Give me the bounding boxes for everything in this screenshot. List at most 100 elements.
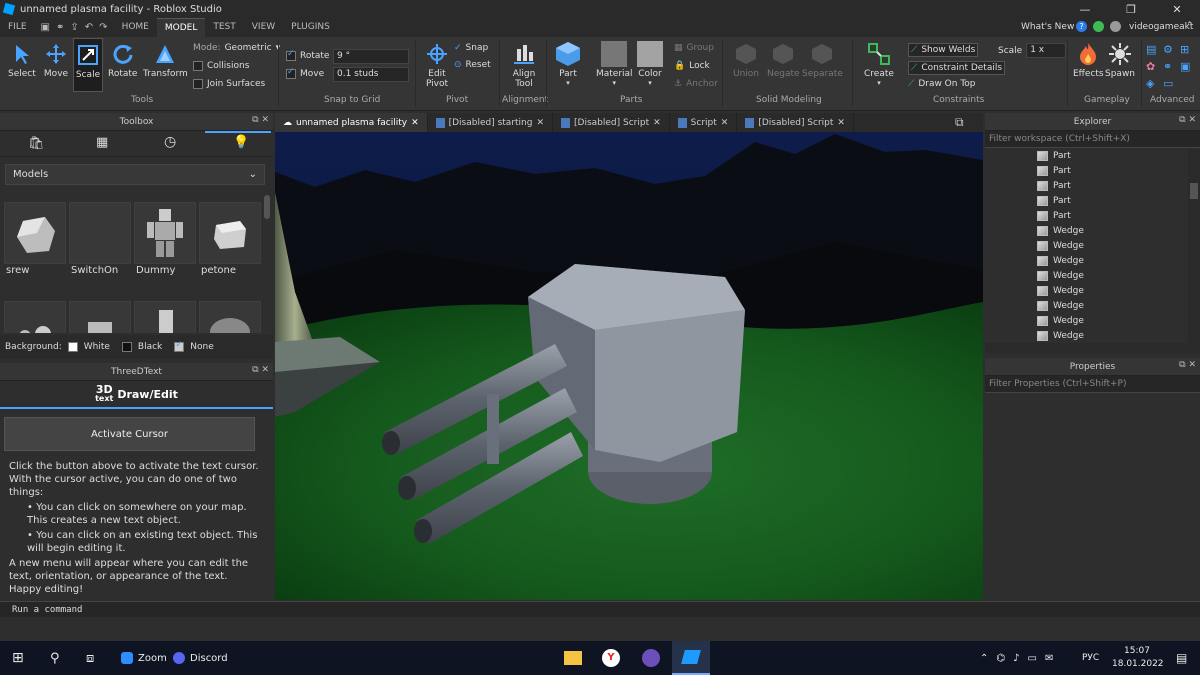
menu-home[interactable]: HOME [114, 18, 157, 37]
model-thumbnail[interactable] [199, 301, 261, 333]
bg-none-swatch[interactable] [174, 340, 185, 352]
app-icon[interactable] [642, 641, 660, 675]
username[interactable]: videogameakt [1129, 22, 1193, 32]
float-icon[interactable]: ⧉ [252, 365, 258, 375]
help-icon[interactable]: ? [1076, 21, 1087, 32]
tree-item[interactable]: Part [1037, 211, 1071, 221]
tree-item[interactable]: Wedge [1037, 256, 1084, 266]
explorer-v-scrollbar[interactable] [1188, 149, 1200, 343]
folder-icon[interactable]: ▭ [1163, 77, 1177, 91]
activate-cursor-button[interactable]: Activate Cursor [4, 417, 255, 451]
close-icon[interactable]: ✕ [721, 118, 729, 128]
move-snap-checkbox[interactable] [286, 67, 296, 79]
rotate-button[interactable]: Rotate [108, 41, 137, 79]
model-thumbnail[interactable] [134, 301, 196, 333]
taskbar-discord[interactable]: Discord [173, 641, 228, 675]
tree-item[interactable]: Wedge [1037, 331, 1084, 341]
rotate-snap-checkbox[interactable] [286, 49, 296, 61]
script-icon[interactable]: ▤ [1146, 43, 1160, 57]
float-icon[interactable]: ⧉ [1179, 360, 1185, 370]
close-icon[interactable]: ✕ [411, 118, 419, 128]
menu-plugins[interactable]: PLUGINS [283, 18, 338, 37]
align-tool-button[interactable]: Align Tool [511, 41, 537, 89]
publish-icon[interactable]: ⇪ [70, 22, 78, 33]
constraint-details-toggle[interactable]: ⟋ Constraint Details [908, 61, 1006, 75]
edit-pivot-button[interactable]: Edit Pivot [424, 41, 450, 89]
close-icon[interactable]: ✕ [261, 115, 269, 125]
tab-draw-edit[interactable]: 3D text Draw/Edit [0, 381, 273, 409]
minimize-button[interactable]: — [1062, 0, 1108, 18]
negate-button[interactable]: Negate [767, 41, 800, 79]
local-script-icon[interactable]: ⚙ [1163, 43, 1177, 57]
search-icon[interactable]: ⚲ [50, 641, 60, 675]
tree-item[interactable]: Wedge [1037, 271, 1084, 281]
rotate-snap-input[interactable]: 9 ° [333, 49, 409, 64]
tab-place[interactable]: ☁ unnamed plasma facility ✕ [275, 113, 428, 132]
redo-icon[interactable]: ↷ [99, 22, 107, 33]
anchor-button[interactable]: ⚓ Anchor [674, 79, 718, 89]
status-icon[interactable] [1093, 21, 1104, 32]
effects-button[interactable]: Effects [1073, 41, 1104, 79]
color-button[interactable]: Color ▾ [637, 41, 663, 87]
tree-item[interactable]: Wedge [1037, 301, 1084, 311]
collisions-checkbox[interactable] [193, 61, 203, 71]
object-icon[interactable]: ✿ [1146, 60, 1160, 74]
model-thumbnail-srew[interactable] [4, 202, 66, 264]
tree-item[interactable]: Part [1037, 166, 1071, 176]
volume-icon[interactable]: ♪ [1013, 653, 1019, 664]
tab-script[interactable]: Script ✕ [670, 113, 738, 132]
panel-layout-icon[interactable]: ⧉ [955, 115, 964, 130]
tree-item[interactable]: Wedge [1037, 316, 1084, 326]
network-icon[interactable]: ⌬ [996, 653, 1005, 664]
close-icon[interactable]: ✕ [261, 365, 269, 375]
mode-dropdown[interactable]: Mode: Geometric ▾ [193, 43, 280, 53]
tree-item[interactable]: Wedge [1037, 226, 1084, 236]
tree-item[interactable]: Wedge [1037, 286, 1084, 296]
group-parts-button[interactable]: ▦ Group [674, 43, 714, 53]
close-icon[interactable]: ✕ [536, 118, 544, 128]
action-center-icon[interactable]: ▤ [1176, 641, 1187, 675]
clock[interactable]: 15:07 18.01.2022 [1112, 645, 1164, 671]
bg-black-option[interactable]: Black [138, 342, 162, 352]
spawn-button[interactable]: Spawn [1105, 41, 1135, 79]
union-button[interactable]: Union [733, 41, 759, 79]
tab-script[interactable]: [Disabled] Script ✕ [553, 113, 670, 132]
tree-item[interactable]: Part [1037, 181, 1071, 191]
whats-new-link[interactable]: What's New [1021, 22, 1074, 32]
bg-none-option[interactable]: None [190, 342, 213, 352]
bg-white-swatch[interactable] [67, 342, 78, 352]
avatar[interactable] [1110, 21, 1121, 32]
save-icon[interactable]: ▣ [41, 22, 50, 33]
show-welds-toggle[interactable]: ⟋ Show Welds [908, 43, 979, 57]
bg-white-option[interactable]: White [84, 342, 110, 352]
undo-icon[interactable]: ↶ [85, 22, 93, 33]
rig-icon[interactable]: ◈ [1146, 77, 1160, 91]
menu-test[interactable]: TEST [205, 18, 243, 37]
marketplace-bag-icon[interactable]: 🛍 [28, 136, 45, 151]
transform-button[interactable]: Transform [143, 41, 188, 79]
3d-viewport[interactable] [275, 132, 983, 600]
pivot-reset-button[interactable]: ⊙ Reset [454, 60, 491, 70]
roblox-studio-taskbar-icon[interactable] [672, 641, 710, 675]
collapse-ribbon-icon[interactable]: ⌃ [1186, 21, 1194, 31]
maximize-button[interactable]: ❐ [1108, 0, 1154, 18]
join-surfaces-toggle[interactable]: Join Surfaces [193, 79, 265, 89]
scale-input[interactable]: 1 x [1026, 43, 1067, 58]
close-icon[interactable]: ✕ [653, 118, 661, 128]
join-surfaces-checkbox[interactable] [193, 79, 203, 89]
model-thumbnail[interactable] [4, 301, 66, 333]
part-button[interactable]: Part ▾ [555, 41, 581, 87]
inventory-grid-icon[interactable]: ▦ [96, 135, 108, 150]
recent-clock-icon[interactable]: ◷ [164, 134, 176, 150]
scrollbar-thumb[interactable] [1190, 183, 1198, 199]
close-button[interactable]: ✕ [1154, 0, 1200, 18]
draw-on-top-toggle[interactable]: ⟋ Draw On Top [908, 79, 976, 89]
move-button[interactable]: Move [43, 41, 69, 79]
windows-start-icon[interactable]: ⊞ [12, 641, 24, 675]
task-view-icon[interactable]: ⧈ [86, 641, 94, 675]
menu-file[interactable]: FILE [0, 18, 35, 37]
float-icon[interactable]: ⧉ [252, 115, 258, 125]
pivot-snap-toggle[interactable]: ✓ Snap [454, 43, 488, 53]
explorer-filter-input[interactable]: Filter workspace (Ctrl+Shift+X) [985, 131, 1200, 148]
menu-model[interactable]: MODEL [156, 18, 206, 37]
